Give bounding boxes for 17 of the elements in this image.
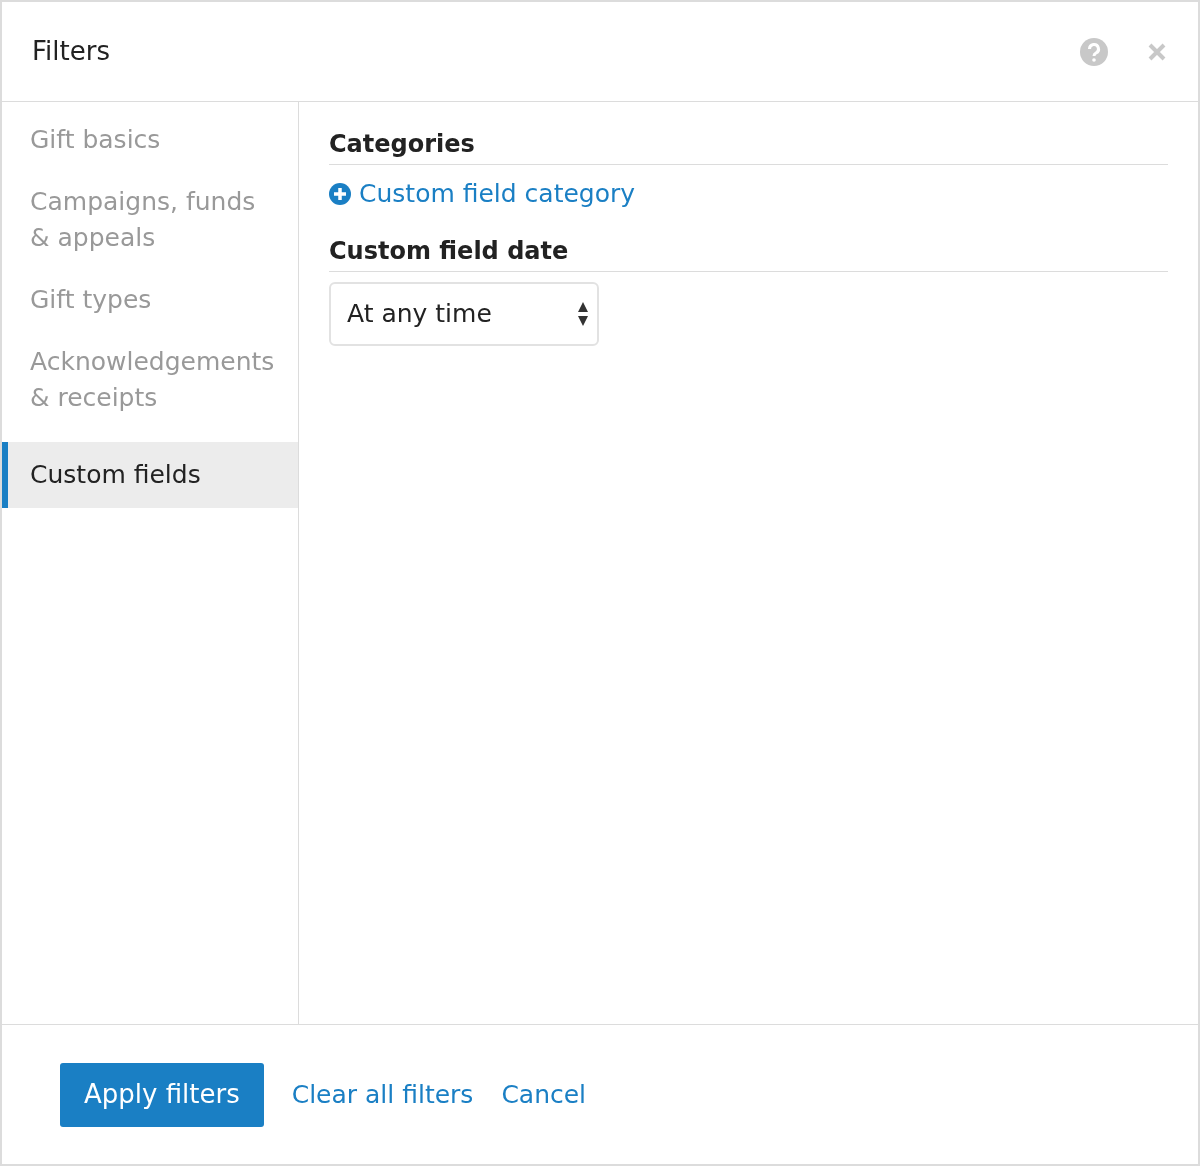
section-heading: Custom field date [329, 232, 1168, 272]
footer-link[interactable]: Cancel [501, 1075, 587, 1114]
close-icon[interactable] [1148, 42, 1166, 61]
apply-filters-button[interactable]: Apply filters [60, 1062, 264, 1127]
help-icon[interactable] [1080, 37, 1108, 66]
footer-link[interactable]: Clear all filters [291, 1075, 474, 1114]
sidebar-item[interactable]: Campaigns, funds & appeals [2, 184, 298, 256]
date-select[interactable]: At any time [329, 281, 599, 346]
sidebar-item[interactable]: Custom fields [2, 442, 298, 508]
sidebar-item[interactable]: Gift basics [2, 122, 298, 158]
up-down-caret-icon [577, 300, 589, 327]
sidebar-item[interactable]: Acknowledgements & receipts [2, 344, 298, 416]
add-category-link[interactable]: Custom field category [329, 175, 636, 213]
dialog-title: Filters [32, 35, 110, 68]
plus-circle-icon [329, 182, 351, 205]
sidebar-item[interactable]: Gift types [2, 282, 298, 318]
section-heading: Categories [329, 126, 1168, 165]
